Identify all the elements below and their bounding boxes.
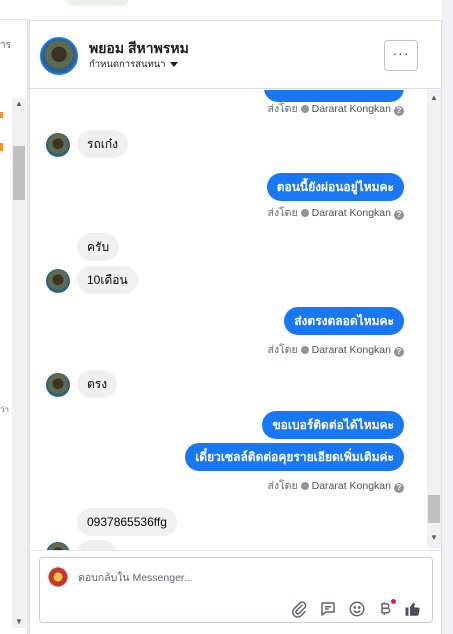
sender-name: Dararat Kongkan bbox=[311, 480, 391, 492]
chevron-up-icon[interactable]: ▲ bbox=[430, 94, 438, 102]
emoji-icon[interactable] bbox=[348, 600, 366, 618]
sent-by-label: ส่งโดย bbox=[267, 344, 298, 356]
saved-reply-icon[interactable] bbox=[319, 600, 337, 618]
top-strip-highlight bbox=[68, 0, 128, 6]
incoming-message bbox=[77, 540, 117, 550]
left-panel-marker bbox=[0, 112, 3, 118]
chevron-down-icon[interactable]: ▼ bbox=[15, 618, 23, 626]
message-list: ส่งโดย Dararat Kongkan? รถเก๋ง ตอนนี้ยังผ… bbox=[30, 90, 426, 550]
left-panel-marker bbox=[0, 143, 3, 151]
chevron-up-icon[interactable]: ▲ bbox=[15, 100, 23, 108]
top-strip bbox=[28, 0, 453, 20]
check-icon bbox=[300, 346, 309, 354]
avatar bbox=[46, 373, 70, 397]
avatar[interactable] bbox=[40, 37, 78, 75]
attach-icon[interactable] bbox=[290, 600, 308, 618]
sent-by-label: ส่งโดย bbox=[267, 103, 298, 115]
composer[interactable] bbox=[39, 557, 433, 623]
outgoing-message: ขอเบอร์ติดต่อได้ไหมคะ bbox=[262, 411, 404, 439]
left-panel-fragment: ว่า bbox=[0, 405, 9, 414]
chat-panel: พยอม สีหาพรหม กำหนดการสนทนา ··· ส่งโดย Da… bbox=[29, 20, 442, 634]
reply-input[interactable] bbox=[78, 571, 378, 585]
sent-by-label: ส่งโดย bbox=[267, 207, 298, 219]
check-icon bbox=[300, 209, 309, 217]
outgoing-message: ตอนนี้ยังผ่อนอยู่ไหมคะ bbox=[266, 173, 404, 201]
like-icon[interactable] bbox=[404, 600, 422, 618]
notification-dot bbox=[391, 599, 396, 604]
avatar bbox=[46, 269, 70, 293]
composer-area bbox=[30, 550, 441, 634]
outgoing-message: ส่งตรงตลอดไหมคะ bbox=[284, 307, 404, 335]
sent-by-label: ส่งโดย bbox=[267, 480, 298, 492]
check-icon bbox=[300, 105, 309, 113]
help-icon[interactable]: ? bbox=[394, 347, 404, 357]
incoming-message: 10เดือน bbox=[77, 266, 138, 294]
outgoing-message: เดี๋ยวเซลล์ติดต่อคุยรายเอียดเพิ่มเติมค่ะ bbox=[185, 443, 404, 471]
help-icon[interactable]: ? bbox=[394, 483, 404, 493]
avatar bbox=[46, 133, 70, 157]
sent-by-line: ส่งโดย Dararat Kongkan? bbox=[267, 103, 404, 116]
conversation-settings[interactable]: กำหนดการสนทนา bbox=[89, 57, 178, 72]
avatar bbox=[47, 566, 69, 588]
chevron-down-icon[interactable]: ▼ bbox=[430, 534, 438, 542]
left-panel: าร ว่า ▲ ▼ bbox=[0, 0, 28, 634]
help-icon[interactable]: ? bbox=[394, 210, 404, 220]
page: าร ว่า ▲ ▼ พยอม สีหาพรหม กำหนดการสนทนา ·… bbox=[0, 0, 453, 634]
sender-name: Dararat Kongkan bbox=[311, 207, 391, 219]
left-panel-fragment: าร bbox=[0, 40, 11, 51]
sent-by-line: ส่งโดย Dararat Kongkan? bbox=[267, 344, 404, 357]
right-edge bbox=[442, 0, 453, 634]
left-panel-topbar bbox=[0, 0, 28, 20]
outgoing-message bbox=[264, 90, 404, 102]
caret-down-icon bbox=[169, 61, 178, 67]
left-panel-scrollbar[interactable]: ▲ ▼ bbox=[12, 98, 26, 628]
conversation-settings-label: กำหนดการสนทนา bbox=[89, 59, 166, 70]
message-scrollbar[interactable]: ▲ ▼ bbox=[427, 90, 441, 548]
incoming-message: ตรง bbox=[77, 370, 118, 398]
scrollbar-thumb[interactable] bbox=[13, 146, 25, 200]
avatar bbox=[46, 542, 70, 550]
help-icon[interactable]: ? bbox=[394, 106, 404, 116]
incoming-message: ครับ bbox=[77, 233, 120, 261]
chat-header: พยอม สีหาพรหม กำหนดการสนทนา ··· bbox=[30, 21, 441, 89]
sender-name: Dararat Kongkan bbox=[311, 344, 391, 356]
incoming-message: 0937865536ffg bbox=[77, 508, 177, 536]
check-icon bbox=[300, 482, 309, 490]
more-options-button[interactable]: ··· bbox=[384, 40, 418, 71]
incoming-message: รถเก๋ง bbox=[77, 130, 128, 158]
scrollbar-thumb[interactable] bbox=[428, 495, 440, 523]
sender-name: Dararat Kongkan bbox=[311, 103, 391, 115]
sent-by-line: ส่งโดย Dararat Kongkan? bbox=[267, 207, 404, 220]
sent-by-line: ส่งโดย Dararat Kongkan? bbox=[267, 480, 404, 493]
